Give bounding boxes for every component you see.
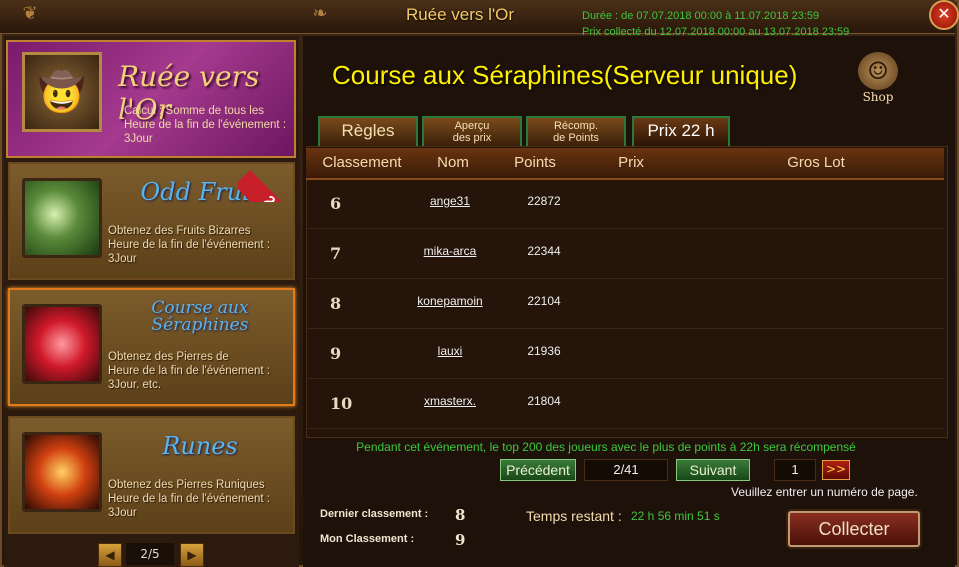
column-header: Prix: [618, 154, 644, 171]
previous-page-button[interactable]: Précédent: [500, 459, 576, 481]
page-number-input[interactable]: 1: [774, 459, 816, 481]
card-desc: Obtenez des Fruits Bizarres Heure de la …: [108, 225, 271, 265]
ornament-icon: ❦: [22, 3, 38, 24]
title-bar: ❦ ❧ Ruée vers l'Or Durée : de 07.07.2018…: [0, 0, 955, 38]
sidebar-pager: ◀ 2/5 ▶: [98, 543, 204, 567]
rank-cell: 7: [330, 244, 342, 263]
arrow-left-icon: ◀: [105, 548, 115, 562]
sidebar-page-indicator: 2/5: [126, 543, 174, 565]
table-row: 9 lauxi 21936: [306, 328, 944, 379]
sidebar-next-button[interactable]: ▶: [180, 543, 204, 567]
event-card-runes[interactable]: Runes Obtenez des Pierres Runiques Heure…: [8, 416, 295, 534]
my-rank-label: Mon Classement :: [320, 533, 415, 545]
points-cell: 22872: [527, 194, 561, 208]
double-badge: 2x: [238, 162, 310, 202]
player-name-link[interactable]: lauxi: [386, 344, 514, 358]
tab-point-rewards[interactable]: Récomp. de Points: [526, 116, 626, 146]
close-button[interactable]: ✕: [929, 0, 959, 30]
tab-prize-preview[interactable]: Aperçu des prix: [422, 116, 522, 146]
page-indicator: 2/41: [584, 459, 668, 481]
player-name-link[interactable]: mika-arca: [386, 244, 514, 258]
my-rank-value: 9: [455, 531, 466, 549]
double-chevron-right-icon: >>: [825, 462, 847, 476]
page-hint: Veuillez entrer un numéro de page.: [731, 485, 918, 499]
player-name-link[interactable]: ange31: [386, 194, 514, 208]
go-to-page-button[interactable]: >>: [822, 460, 850, 480]
points-cell: 21936: [527, 344, 561, 358]
card-desc: Obtenez des Pierres Runiques Heure de la…: [108, 479, 271, 519]
time-left-value: 22 h 56 min 51 s: [631, 509, 720, 523]
ornament-icon: ❧: [312, 3, 328, 24]
sidebar-prev-button[interactable]: ◀: [98, 543, 122, 567]
last-rank-value: 8: [455, 506, 466, 524]
table-row: 10 xmasterx. 21804: [306, 378, 944, 429]
table-row: 6 ange31 22872: [306, 178, 944, 229]
odd-fruit-icon: [22, 178, 102, 258]
reward-notice: Pendant cet événement, le top 200 des jo…: [356, 440, 856, 454]
table-row: 8 konepamoin 22104: [306, 278, 944, 329]
tab-prize-22h[interactable]: Prix 22 h: [632, 116, 730, 146]
card-desc: Obtenez des Pierres de Heure de la fin d…: [108, 351, 271, 391]
last-rank-label: Dernier classement :: [320, 508, 429, 520]
column-header: Gros Lot: [787, 154, 845, 171]
event-header-card: 🤠 Ruée vers l'Or Calcul : Somme de tous …: [6, 40, 296, 158]
rune-stone-icon: [22, 432, 102, 512]
arrow-right-icon: ▶: [187, 548, 197, 562]
rank-cell: 8: [330, 294, 342, 313]
close-icon: ✕: [937, 4, 951, 23]
table-row: 7 mika-arca 22344: [306, 228, 944, 279]
player-name-link[interactable]: konepamoin: [386, 294, 514, 308]
duration-text: Durée : de 07.07.2018 00:00 à 11.07.2018…: [582, 10, 820, 22]
seraphine-gem-icon: [22, 304, 102, 384]
shopkeeper-icon: ☺: [858, 52, 898, 90]
card-title: Runes: [162, 432, 238, 460]
header-card-desc: Calcul : Somme de tous les Heure de la f…: [124, 105, 287, 145]
points-cell: 21804: [527, 394, 561, 408]
shop-label: Shop: [862, 90, 894, 104]
rank-cell: 10: [330, 394, 353, 413]
rank-cell: 9: [330, 344, 342, 363]
next-page-button[interactable]: Suivant: [676, 459, 750, 481]
window-title: Ruée vers l'Or: [405, 5, 515, 24]
column-header: Classement: [322, 154, 402, 171]
points-cell: 22104: [527, 294, 561, 308]
main-title: Course aux Séraphines(Serveur unique): [332, 60, 798, 90]
column-header: Points: [514, 154, 556, 171]
event-card-odd-fruit[interactable]: Odd Fruit Obtenez des Fruits Bizarres He…: [8, 162, 307, 280]
card-title: Course aux Séraphines: [151, 298, 249, 335]
shop-button[interactable]: ☺ Shop: [852, 52, 904, 112]
points-cell: 22344: [527, 244, 561, 258]
table-header: Classement Nom Points Prix Gros Lot: [306, 148, 944, 180]
event-card-seraphines[interactable]: Course aux Séraphines Obtenez des Pierre…: [8, 288, 295, 406]
player-name-link[interactable]: xmasterx.: [386, 394, 514, 408]
column-header: Nom: [437, 154, 469, 171]
rank-cell: 6: [330, 194, 342, 213]
collect-button[interactable]: Collecter: [788, 511, 920, 547]
gold-rush-portrait-icon: 🤠: [22, 52, 102, 132]
tab-rules[interactable]: Règles: [318, 116, 418, 146]
time-left-label: Temps restant :: [526, 508, 622, 524]
